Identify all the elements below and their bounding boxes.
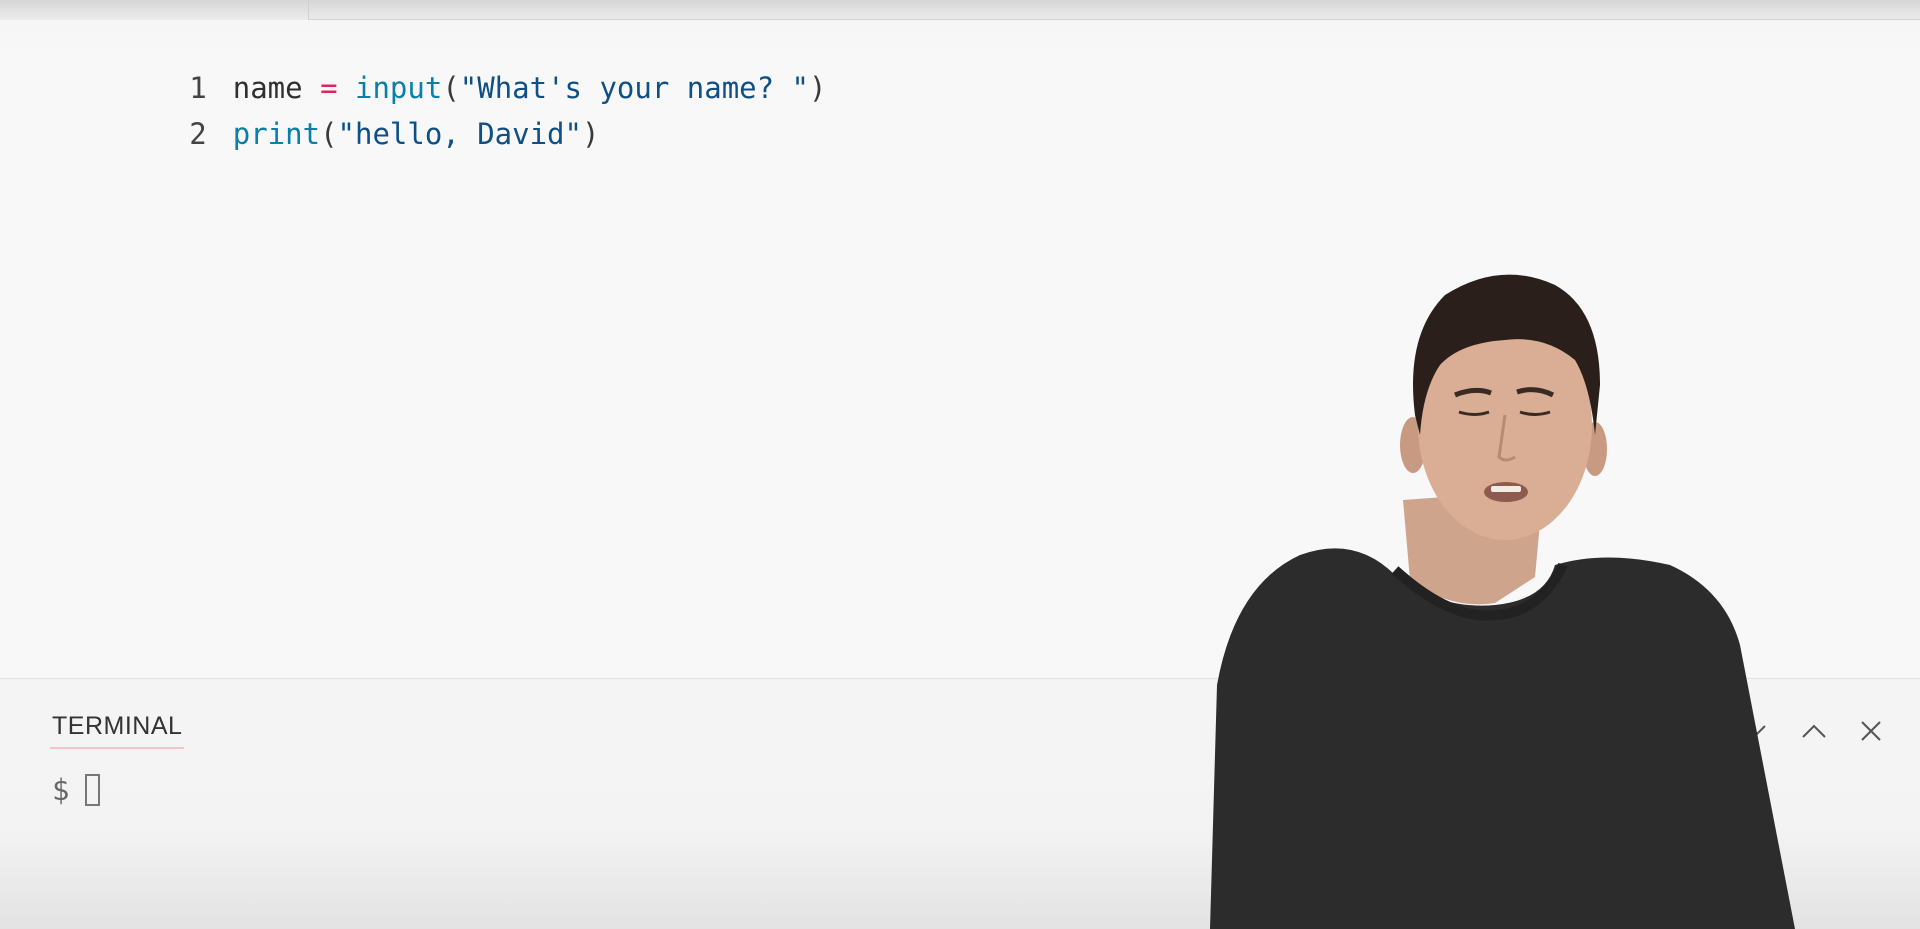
paren-open-token: (	[320, 117, 338, 151]
tab-divider	[308, 0, 309, 20]
prompt-symbol: $	[52, 773, 70, 807]
close-icon	[1861, 721, 1881, 741]
function-token: print	[232, 117, 321, 151]
terminal-cursor	[85, 774, 101, 806]
paren-close-token: )	[809, 71, 827, 105]
close-panel-button[interactable]	[1852, 712, 1890, 750]
tab-terminal[interactable]: TERMINAL	[50, 712, 185, 749]
code-line-1[interactable]: 1 name = input("What's your name? ")	[0, 22, 826, 105]
terminal-input-line[interactable]: $	[52, 773, 101, 807]
editor-tab-bar	[0, 0, 1920, 20]
string-token: "hello, David"	[337, 117, 582, 151]
presenter-video-overlay	[1210, 274, 1795, 929]
code-editor-window: 1 name = input("What's your name? ") 2 pri…	[0, 0, 1920, 929]
paren-close-token: )	[581, 117, 600, 151]
teeth-shape	[1491, 486, 1521, 492]
code-line-2[interactable]: 2 print("hello, David")	[0, 68, 599, 151]
code-text[interactable]: print("hello, David")	[233, 112, 600, 156]
sweater-shape	[1210, 548, 1795, 929]
line-number: 2	[189, 117, 207, 151]
